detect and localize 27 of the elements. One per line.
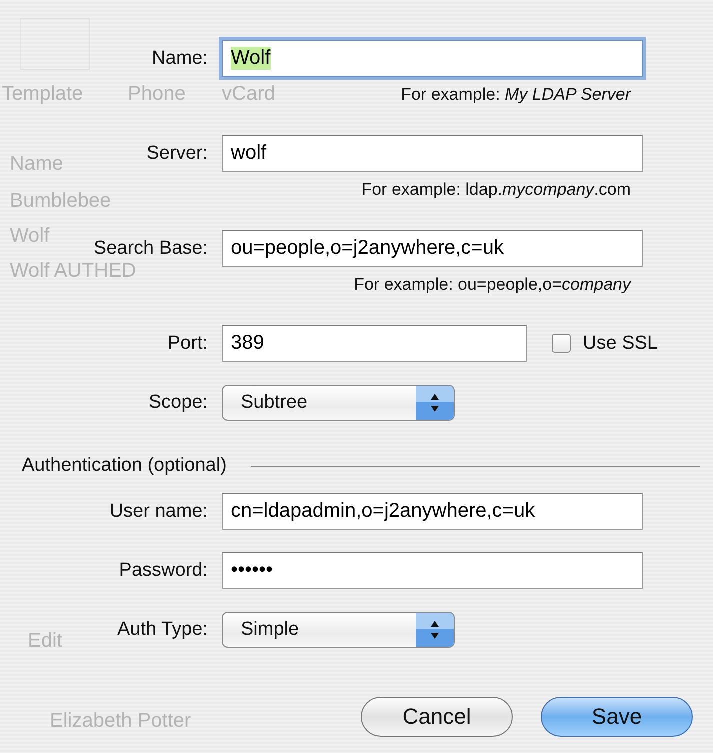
- default-button[interactable]: Save: [541, 697, 693, 737]
- field-label: User name:: [110, 500, 208, 522]
- dialog-button[interactable]: Cancel: [361, 697, 513, 737]
- stepper-arrows-icon: [416, 612, 454, 646]
- text-field[interactable]: ou=people,o=j2anywhere,c=uk: [222, 230, 643, 267]
- contact-name: Elizabeth Potter: [50, 710, 192, 733]
- text-field[interactable]: cn=ldapadmin,o=j2anywhere,c=uk: [222, 493, 643, 530]
- ssl-checkbox[interactable]: Use SSL: [552, 332, 658, 354]
- column-header: Name: [10, 153, 64, 176]
- text-field[interactable]: Wolf: [222, 40, 643, 77]
- popup-menu[interactable]: Simple: [222, 612, 455, 648]
- popup-menu[interactable]: Subtree: [222, 384, 455, 420]
- field-label: Password:: [119, 560, 208, 580]
- field-label: Auth Type:: [118, 618, 208, 640]
- field-label: Search Base:: [94, 238, 208, 258]
- stepper-arrows-icon: [416, 386, 454, 420]
- section-heading: Authentication (optional): [22, 455, 227, 477]
- field-label: Port:: [168, 332, 208, 354]
- text-field[interactable]: ••••••: [222, 552, 643, 589]
- field-label: Scope:: [148, 392, 208, 412]
- text-field[interactable]: 389: [222, 325, 527, 362]
- field-label: Name:: [152, 48, 208, 68]
- field-label: Server:: [146, 142, 208, 164]
- example-hint: For example: My LDAP Server: [401, 85, 631, 104]
- example-hint: For example: ou=people,o=company: [354, 275, 631, 294]
- text-field[interactable]: wolf: [222, 135, 643, 172]
- example-hint: For example: ldap.mycompany.com: [362, 180, 631, 199]
